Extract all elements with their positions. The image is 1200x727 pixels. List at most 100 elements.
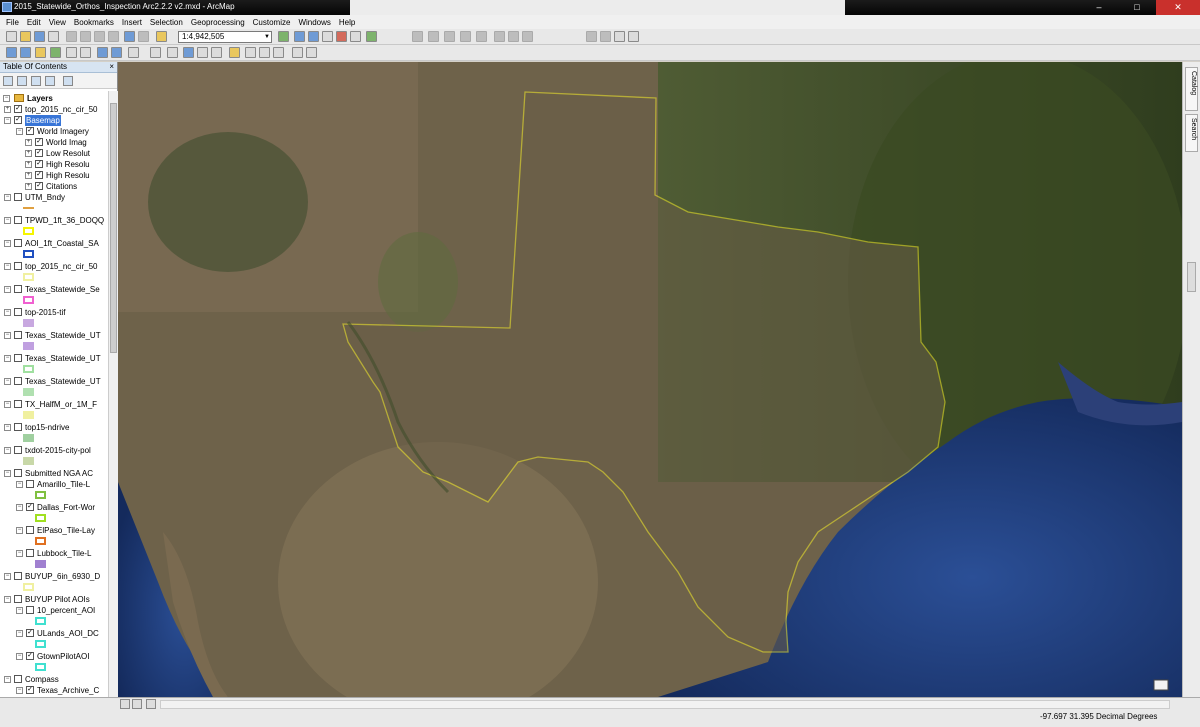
collapse-icon[interactable]: − — [4, 676, 11, 683]
table-of-contents-icon[interactable] — [294, 31, 305, 42]
layer-visibility-checkbox[interactable] — [14, 285, 22, 293]
layout-tool-2-icon[interactable] — [628, 31, 639, 42]
map-horizontal-scrollbar[interactable] — [160, 700, 1170, 709]
layer-visibility-checkbox[interactable] — [14, 239, 22, 247]
layer-visibility-checkbox[interactable]: ✓ — [35, 171, 43, 179]
expand-icon[interactable]: + — [4, 106, 11, 113]
collapse-icon[interactable]: − — [4, 401, 11, 408]
open-folder-icon[interactable] — [20, 31, 31, 42]
arctoolbox-icon[interactable] — [336, 31, 347, 42]
layer-visibility-checkbox[interactable] — [26, 606, 34, 614]
menu-help[interactable]: Help — [339, 18, 355, 27]
refresh-icon[interactable] — [146, 699, 156, 709]
expand-icon[interactable]: + — [25, 172, 32, 179]
collapse-icon[interactable]: − — [4, 378, 11, 385]
zoom-out-icon[interactable] — [20, 47, 31, 58]
collapse-icon[interactable]: − — [4, 424, 11, 431]
paste-icon[interactable] — [94, 31, 105, 42]
collapse-icon[interactable]: − — [4, 447, 11, 454]
list-by-drawing-order-icon[interactable] — [3, 76, 13, 86]
delete-icon[interactable] — [108, 31, 119, 42]
collapse-icon[interactable]: − — [4, 355, 11, 362]
expand-icon[interactable]: + — [25, 139, 32, 146]
fixed-zoom-in-icon[interactable] — [66, 47, 77, 58]
layer-visibility-checkbox[interactable]: ✓ — [26, 503, 34, 511]
map-corner-widget-icon[interactable] — [1153, 679, 1169, 691]
identify-icon[interactable] — [183, 47, 194, 58]
print-icon[interactable] — [48, 31, 59, 42]
layer-visibility-checkbox[interactable] — [14, 469, 22, 477]
layer-visibility-checkbox[interactable]: ✓ — [26, 686, 34, 694]
layer-visibility-checkbox[interactable] — [14, 423, 22, 431]
collapse-icon[interactable]: − — [16, 550, 23, 557]
collapse-icon[interactable]: − — [4, 263, 11, 270]
clear-selection-icon[interactable] — [150, 47, 161, 58]
close-button[interactable]: ✕ — [1156, 0, 1200, 15]
hyperlink-icon[interactable] — [245, 47, 256, 58]
select-elements-arrow-icon[interactable] — [167, 47, 178, 58]
map-scrollbar-thumb[interactable] — [1187, 262, 1196, 292]
collapse-icon[interactable]: − — [16, 607, 23, 614]
menu-insert[interactable]: Insert — [122, 18, 142, 27]
maximize-button[interactable]: □ — [1118, 0, 1156, 15]
menu-selection[interactable]: Selection — [150, 18, 183, 27]
menu-view[interactable]: View — [49, 18, 66, 27]
create-viewer-icon[interactable] — [292, 47, 303, 58]
layout-tool-icon[interactable] — [614, 31, 625, 42]
collapse-icon[interactable]: − — [16, 128, 23, 135]
layer-visibility-checkbox[interactable]: ✓ — [14, 105, 22, 113]
search-tab[interactable]: Search — [1185, 114, 1198, 152]
measure-icon[interactable] — [229, 47, 240, 58]
catalog-tab[interactable]: Catalog — [1185, 67, 1198, 111]
data-view-icon[interactable] — [120, 699, 130, 709]
layout-view-icon[interactable] — [132, 699, 142, 709]
back-extent-icon[interactable] — [97, 47, 108, 58]
collapse-icon[interactable]: − — [4, 470, 11, 477]
layer-visibility-checkbox[interactable]: ✓ — [26, 652, 34, 660]
layer-visibility-checkbox[interactable] — [14, 377, 22, 385]
expand-icon[interactable]: + — [25, 150, 32, 157]
layer-visibility-checkbox[interactable]: ✓ — [26, 629, 34, 637]
toc-options-icon[interactable] — [63, 76, 73, 86]
satellite-basemap[interactable] — [118, 62, 1182, 697]
layer-visibility-checkbox[interactable] — [14, 354, 22, 362]
collapse-icon[interactable]: − — [4, 332, 11, 339]
layer-visibility-checkbox[interactable] — [14, 308, 22, 316]
toc-scrollbar-thumb[interactable] — [110, 103, 117, 353]
pan-hand-icon[interactable] — [35, 47, 46, 58]
close-icon[interactable]: × — [109, 62, 114, 72]
chevron-down-icon[interactable]: ▼ — [264, 32, 270, 42]
collapse-icon[interactable]: − — [4, 217, 11, 224]
redo-icon[interactable] — [138, 31, 149, 42]
menu-edit[interactable]: Edit — [27, 18, 41, 27]
collapse-icon[interactable]: − — [4, 194, 11, 201]
collapse-icon[interactable]: − — [16, 504, 23, 511]
collapse-icon[interactable]: − — [4, 309, 11, 316]
save-icon[interactable] — [34, 31, 45, 42]
map-scale-combobox[interactable]: 1:4,942,505 ▼ — [178, 31, 272, 43]
model-builder-icon[interactable] — [366, 31, 377, 42]
time-slider-icon[interactable] — [259, 47, 270, 58]
collapse-icon[interactable]: − — [16, 527, 23, 534]
expand-icon[interactable]: + — [25, 183, 32, 190]
menu-bookmarks[interactable]: Bookmarks — [74, 18, 114, 27]
list-by-source-icon[interactable] — [17, 76, 27, 86]
menu-customize[interactable]: Customize — [253, 18, 291, 27]
layer-visibility-checkbox[interactable] — [26, 526, 34, 534]
copy-icon[interactable] — [80, 31, 91, 42]
layer-visibility-checkbox[interactable] — [14, 331, 22, 339]
search-window-icon[interactable] — [322, 31, 333, 42]
layer-visibility-checkbox[interactable] — [14, 446, 22, 454]
select-features-icon[interactable] — [128, 47, 139, 58]
list-by-visibility-icon[interactable] — [31, 76, 41, 86]
layer-visibility-checkbox[interactable]: ✓ — [35, 160, 43, 168]
layer-visibility-checkbox[interactable] — [14, 400, 22, 408]
layer-visibility-checkbox[interactable] — [26, 480, 34, 488]
layer-visibility-checkbox[interactable]: ✓ — [26, 127, 34, 135]
menu-file[interactable]: File — [6, 18, 19, 27]
go-to-xy-icon[interactable] — [273, 47, 284, 58]
python-window-icon[interactable] — [350, 31, 361, 42]
layer-visibility-checkbox[interactable] — [14, 193, 22, 201]
menu-windows[interactable]: Windows — [298, 18, 330, 27]
collapse-icon[interactable]: − — [4, 573, 11, 580]
